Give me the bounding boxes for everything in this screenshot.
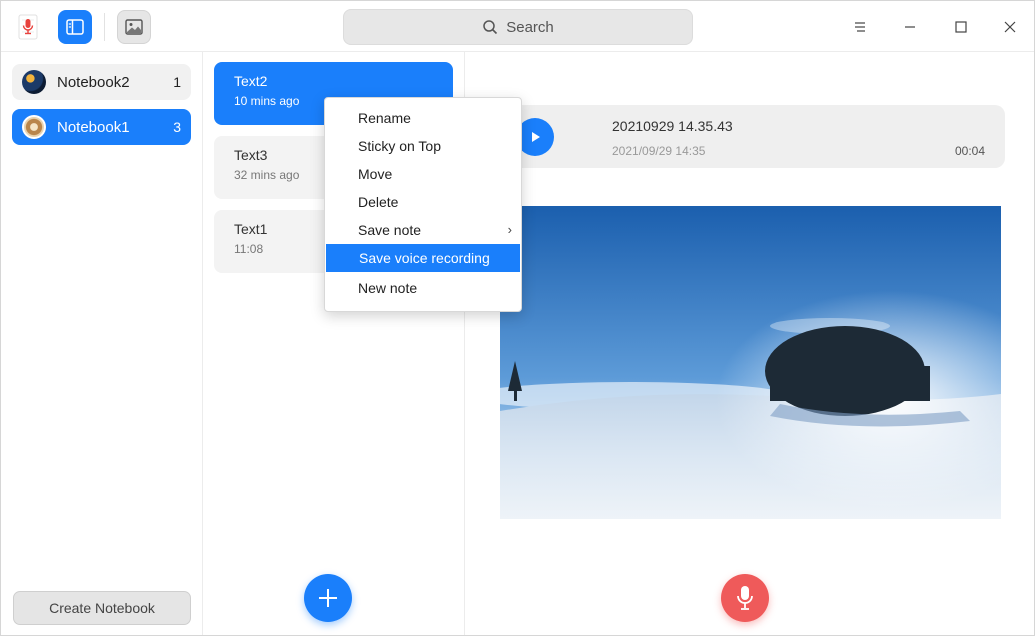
search-input[interactable]: Search (343, 9, 693, 45)
notebook-item-selected[interactable]: Notebook1 3 (12, 109, 191, 145)
record-voice-button[interactable] (721, 574, 769, 622)
notebook-item[interactable]: Notebook2 1 (12, 64, 191, 100)
notebook-note-count: 1 (173, 74, 181, 90)
title-bar: Search (1, 1, 1034, 52)
voice-date: 2021/09/29 14:35 (612, 144, 706, 158)
maximize-icon (955, 21, 967, 33)
sidebar-toggle-button[interactable] (58, 10, 92, 44)
add-note-button[interactable] (304, 574, 352, 622)
notebook-avatar (22, 115, 46, 139)
toolbar-divider (104, 13, 105, 41)
hamburger-menu-icon (855, 22, 865, 32)
voice-duration: 00:04 (954, 144, 985, 158)
voice-title: 20210929 14.35.43 (612, 118, 733, 134)
note-title: Text2 (234, 73, 268, 89)
main-menu-button[interactable] (842, 9, 878, 45)
menu-item-delete[interactable]: Delete (325, 188, 521, 216)
menu-item-new-note[interactable]: New note (325, 274, 521, 302)
notebook-name: Notebook2 (57, 73, 130, 91)
voice-recording-card[interactable]: 20210929 14.35.43 2021/09/29 14:35 00:04 (498, 105, 1005, 168)
play-icon (532, 132, 540, 142)
menu-item-sticky-on-top[interactable]: Sticky on Top (325, 132, 521, 160)
menu-item-save-note[interactable]: Save note › (325, 216, 521, 244)
voice-notes-app-icon (13, 12, 43, 42)
menu-item-save-voice-recording[interactable]: Save voice recording (326, 244, 520, 272)
app-window: Search Notebook2 1 Notebook1 3 Create No… (0, 0, 1035, 636)
create-notebook-button[interactable]: Create Notebook (13, 591, 191, 625)
image-icon (125, 19, 143, 35)
minimize-button[interactable] (892, 9, 928, 45)
microphone-icon (737, 586, 753, 610)
minimize-icon (905, 26, 915, 28)
note-image[interactable] (500, 206, 1001, 519)
search-icon (483, 20, 498, 35)
insert-image-button[interactable] (117, 10, 151, 44)
notebook-sidebar: Notebook2 1 Notebook1 3 Create Notebook (1, 52, 203, 635)
notebook-name: Notebook1 (57, 118, 130, 136)
menu-item-label: Save note (358, 222, 422, 238)
maximize-button[interactable] (943, 9, 979, 45)
menu-item-move[interactable]: Move (325, 160, 521, 188)
close-icon (1004, 21, 1016, 33)
plus-icon (319, 589, 337, 607)
notebook-avatar (22, 70, 46, 94)
note-editor: 20210929 14.35.43 2021/09/29 14:35 00:04 (466, 52, 1034, 635)
note-context-menu: Rename Sticky on Top Move Delete Save no… (324, 97, 522, 312)
close-button[interactable] (992, 9, 1028, 45)
notebook-note-count: 3 (173, 119, 181, 135)
chevron-right-icon: › (507, 222, 512, 237)
menu-item-rename[interactable]: Rename (325, 104, 521, 132)
sidebar-icon (66, 19, 84, 35)
search-placeholder: Search (506, 18, 554, 36)
